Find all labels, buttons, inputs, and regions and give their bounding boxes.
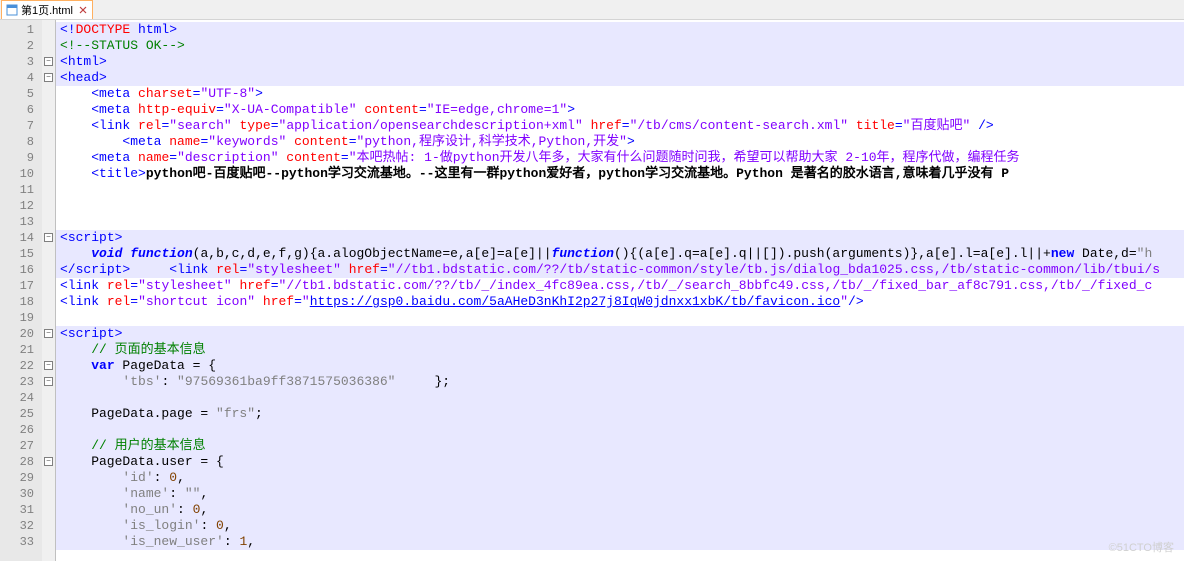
code-line: <script> — [56, 326, 1184, 342]
code-line: <link rel="shortcut icon" href="https://… — [56, 294, 1184, 310]
fold-toggle[interactable]: − — [44, 73, 53, 82]
line-number: 7 — [0, 118, 42, 134]
fold-toggle[interactable]: − — [44, 329, 53, 338]
code-line: <head> — [56, 70, 1184, 86]
code-line — [56, 310, 1184, 326]
line-number: 10 — [0, 166, 42, 182]
line-number: 11 — [0, 182, 42, 198]
line-number: 16 — [0, 262, 42, 278]
line-gutter: 1234567891011121314151617181920212223242… — [0, 20, 42, 561]
line-number: 1 — [0, 22, 42, 38]
close-icon[interactable] — [78, 5, 88, 15]
code-line: PageData.user = { — [56, 454, 1184, 470]
line-number: 13 — [0, 214, 42, 230]
file-tab[interactable]: 第1页.html — [1, 0, 93, 19]
line-number: 18 — [0, 294, 42, 310]
line-number: 2 — [0, 38, 42, 54]
tab-bar: 第1页.html — [0, 0, 1184, 20]
line-number: 25 — [0, 406, 42, 422]
code-line: <html> — [56, 54, 1184, 70]
line-number: 20 — [0, 326, 42, 342]
line-number: 26 — [0, 422, 42, 438]
line-number: 4 — [0, 70, 42, 86]
line-number: 24 — [0, 390, 42, 406]
code-editor: 1234567891011121314151617181920212223242… — [0, 20, 1184, 561]
code-line: void function(a,b,c,d,e,f,g){a.alogObjec… — [56, 246, 1184, 262]
line-number: 23 — [0, 374, 42, 390]
line-number: 5 — [0, 86, 42, 102]
code-line — [56, 422, 1184, 438]
fold-toggle[interactable]: − — [44, 233, 53, 242]
code-line: <meta charset="UTF-8"> — [56, 86, 1184, 102]
line-number: 12 — [0, 198, 42, 214]
line-number: 9 — [0, 150, 42, 166]
line-number: 19 — [0, 310, 42, 326]
tab-label: 第1页.html — [21, 2, 73, 18]
fold-toggle[interactable]: − — [44, 57, 53, 66]
code-line: <meta name="description" content="本吧热帖: … — [56, 150, 1184, 166]
line-number: 17 — [0, 278, 42, 294]
code-line: <link rel="search" type="application/ope… — [56, 118, 1184, 134]
file-icon — [6, 4, 18, 16]
code-line: <meta http-equiv="X-UA-Compatible" conte… — [56, 102, 1184, 118]
line-number: 33 — [0, 534, 42, 550]
fold-gutter: − − − − − − − — [42, 20, 56, 561]
code-line: <script> — [56, 230, 1184, 246]
code-line: <!DOCTYPE html> — [56, 22, 1184, 38]
code-line: // 页面的基本信息 — [56, 342, 1184, 358]
code-line — [56, 390, 1184, 406]
code-line: 'tbs': "97569361ba9ff3871575036386" }; — [56, 374, 1184, 390]
fold-toggle[interactable]: − — [44, 361, 53, 370]
line-number: 22 — [0, 358, 42, 374]
code-line: <title>python吧-百度贴吧--python学习交流基地。--这里有一… — [56, 166, 1184, 182]
code-line: PageData.page = "frs"; — [56, 406, 1184, 422]
line-number: 21 — [0, 342, 42, 358]
line-number: 32 — [0, 518, 42, 534]
line-number: 27 — [0, 438, 42, 454]
line-number: 30 — [0, 486, 42, 502]
fold-toggle[interactable]: − — [44, 457, 53, 466]
code-line — [56, 198, 1184, 214]
line-number: 29 — [0, 470, 42, 486]
line-number: 3 — [0, 54, 42, 70]
line-number: 6 — [0, 102, 42, 118]
line-number: 28 — [0, 454, 42, 470]
code-line: // 用户的基本信息 — [56, 438, 1184, 454]
code-line: 'is_new_user': 1, — [56, 534, 1184, 550]
code-line: 'no_un': 0, — [56, 502, 1184, 518]
line-number: 15 — [0, 246, 42, 262]
code-area[interactable]: <!DOCTYPE html><!--STATUS OK--><html><he… — [56, 20, 1184, 561]
fold-toggle[interactable]: − — [44, 377, 53, 386]
code-line: <link rel="stylesheet" href="//tb1.bdsta… — [56, 278, 1184, 294]
line-number: 14 — [0, 230, 42, 246]
watermark: ©51CTO博客 — [1109, 539, 1174, 555]
code-line: </script> <link rel="stylesheet" href="/… — [56, 262, 1184, 278]
code-line: <meta name="keywords" content="python,程序… — [56, 134, 1184, 150]
code-line: <!--STATUS OK--> — [56, 38, 1184, 54]
code-line: 'name': "", — [56, 486, 1184, 502]
code-line — [56, 182, 1184, 198]
code-line: 'is_login': 0, — [56, 518, 1184, 534]
line-number: 8 — [0, 134, 42, 150]
code-line: 'id': 0, — [56, 470, 1184, 486]
code-line — [56, 214, 1184, 230]
code-line: var PageData = { — [56, 358, 1184, 374]
line-number: 31 — [0, 502, 42, 518]
